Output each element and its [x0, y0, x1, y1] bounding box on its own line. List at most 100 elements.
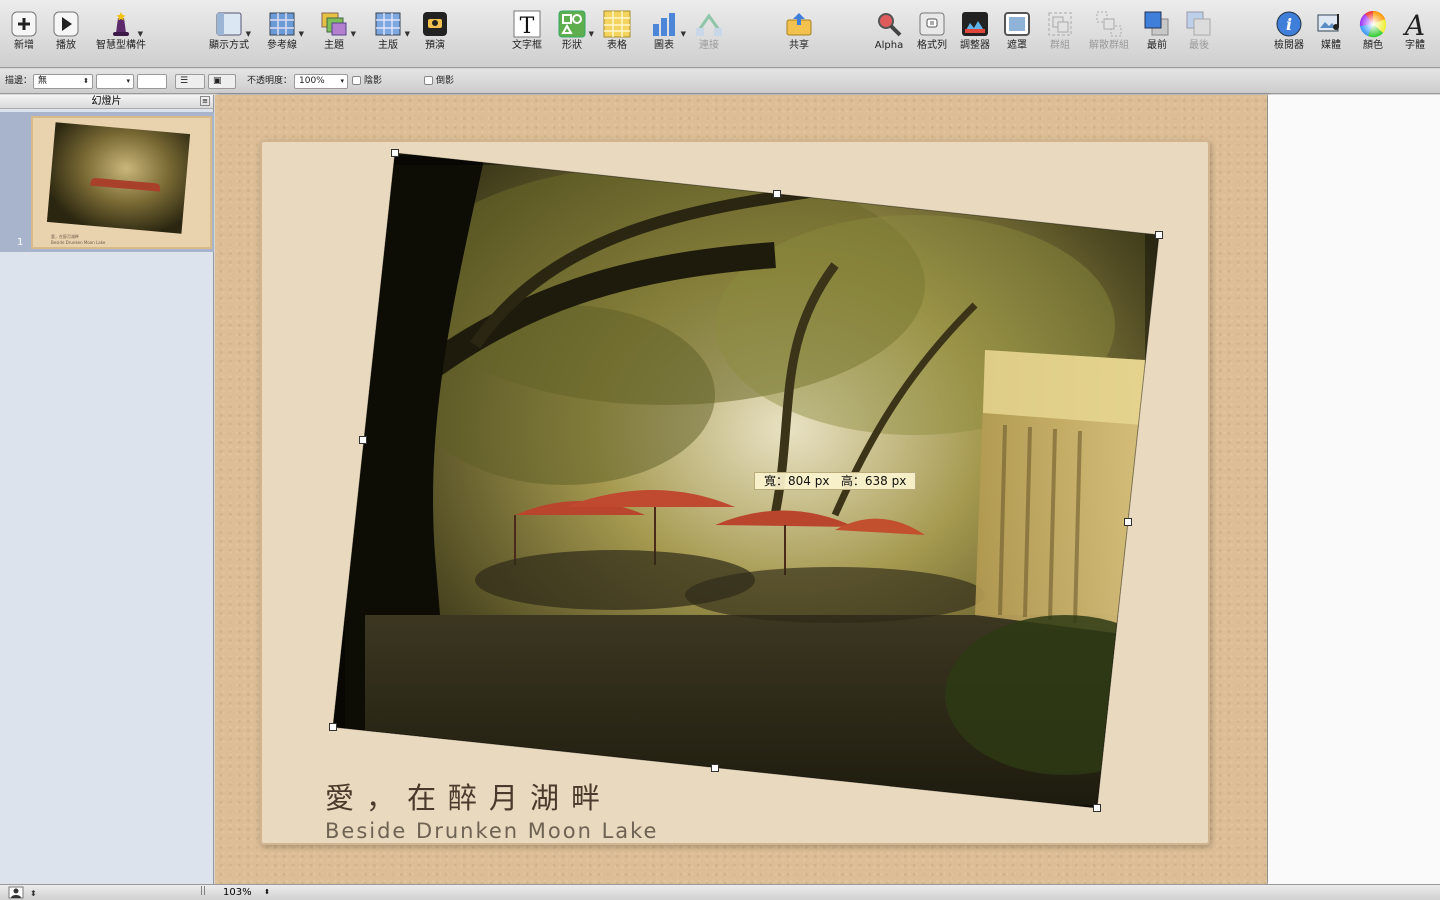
person-icon: ⬍	[8, 886, 37, 899]
chart-button[interactable]: ▼ 圖表	[645, 10, 686, 66]
bring-to-front-label: 最前	[1147, 40, 1167, 51]
preview-icon	[421, 10, 449, 38]
magnifier-alpha-icon	[875, 10, 903, 38]
alpha-button[interactable]: Alpha	[872, 10, 906, 66]
shapes-label: 形狀	[562, 40, 582, 51]
shapes-icon: ▼	[558, 10, 594, 38]
resize-handle-bottom[interactable]	[711, 764, 719, 772]
main-toolbar: 新增 播放 ▼ 智慧型構件 ▼ 顯示方式 ▼ 參考線 ▼ 主題 ▼ 主版 預演 …	[0, 0, 1440, 68]
thumbnail-caption-en: Beside Drunken Moon Lake	[51, 240, 106, 245]
ungroup-label: 解散群組	[1089, 40, 1129, 51]
zoom-select[interactable]: 103% ⬍	[217, 886, 272, 899]
inspector-button[interactable]: i 檢閱器	[1270, 10, 1308, 66]
format-bar-icon	[918, 10, 946, 38]
bring-to-front-button[interactable]: 最前	[1140, 10, 1174, 66]
format-bar: 描邊： 無 ⬍ ▾ ☰ ▣ 不透明度： 100% ▾ 陰影 倒影	[0, 69, 1440, 94]
themes-button[interactable]: ▼ 主題	[312, 10, 356, 66]
stroke-label: 描邊：	[5, 76, 33, 86]
split-handle-icon[interactable]: ||	[200, 886, 206, 896]
themes-label: 主題	[324, 40, 344, 51]
slide-navigator: 幻燈片 ≡ 1 愛，在醉月湖畔 Beside Drunken Moon Lake	[0, 95, 214, 884]
updown-arrows-icon: ⬍	[83, 77, 89, 85]
adjust-image-label: 調整器	[960, 40, 990, 51]
fonts-button[interactable]: A 字體	[1398, 9, 1432, 66]
bring-to-front-icon	[1143, 10, 1171, 38]
chart-icon: ▼	[650, 10, 686, 38]
text-box-button[interactable]: T 文字框	[508, 10, 546, 66]
resize-handle-bottom-right[interactable]	[1093, 804, 1101, 812]
group-button[interactable]: 群組	[1042, 10, 1078, 66]
alpha-label: Alpha	[874, 40, 904, 51]
grid-icon: ▼	[268, 10, 304, 38]
stroke-style-select[interactable]: 無 ⬍	[33, 74, 93, 89]
plus-icon	[10, 10, 38, 38]
line-endpoints-button[interactable]: ☰	[175, 74, 205, 89]
dimension-tooltip: 寬：804 px 高：638 px	[754, 472, 917, 490]
frame-button[interactable]: ▣	[208, 74, 236, 89]
slide-thumbnail[interactable]: 愛，在醉月湖畔 Beside Drunken Moon Lake	[31, 116, 212, 249]
shapes-button[interactable]: ▼ 形狀	[553, 10, 594, 66]
new-slide-label: 新增	[14, 40, 34, 51]
svg-text:T: T	[520, 14, 535, 38]
view-button[interactable]: ▼ 顯示方式	[206, 10, 252, 66]
line-settings-icon: ☰	[180, 76, 189, 86]
resize-handle-top[interactable]	[773, 190, 781, 198]
reflection-checkbox-box[interactable]	[424, 76, 433, 85]
selected-photo[interactable]	[315, 135, 1185, 835]
svg-text:i: i	[1286, 15, 1292, 34]
mask-icon	[1003, 10, 1031, 38]
guides-button[interactable]: ▼ 參考線	[262, 10, 304, 66]
media-label: 媒體	[1321, 40, 1341, 51]
chart-label: 圖表	[654, 40, 674, 51]
adjust-image-icon	[961, 10, 989, 38]
color-wheel-icon	[1359, 10, 1387, 38]
send-to-back-button[interactable]: 最後	[1182, 10, 1216, 66]
preview-button[interactable]: 預演	[418, 10, 452, 66]
ungroup-icon	[1095, 10, 1123, 38]
stroke-width-select[interactable]: ▾	[96, 74, 134, 89]
resize-handle-top-left[interactable]	[391, 149, 399, 157]
share-button[interactable]: 共享	[782, 10, 816, 66]
adjust-image-button[interactable]: 調整器	[957, 10, 993, 66]
format-bar-button[interactable]: 格式列	[914, 10, 950, 66]
table-icon	[603, 10, 631, 38]
format-bar-label: 格式列	[917, 40, 947, 51]
slide-caption-chinese[interactable]: 愛，在醉月湖畔	[325, 775, 612, 817]
shadow-checkbox-box[interactable]	[352, 76, 361, 85]
new-slide-button[interactable]: 新增	[8, 10, 40, 66]
ungroup-button[interactable]: 解散群組	[1085, 10, 1133, 66]
resize-handle-left[interactable]	[359, 436, 367, 444]
connect-button[interactable]: 連接	[692, 10, 726, 66]
send-to-back-label: 最後	[1189, 40, 1209, 51]
media-button[interactable]: 媒體	[1314, 10, 1348, 66]
navigator-menu-icon[interactable]: ≡	[200, 96, 210, 106]
chevron-down-icon: ▾	[340, 77, 344, 85]
masters-button[interactable]: ▼ 主版	[366, 10, 410, 66]
status-bar: ⬍ || 103% ⬍	[0, 884, 1440, 900]
smart-builds-button[interactable]: ▼ 智慧型構件	[93, 10, 149, 66]
share-label: 共享	[789, 40, 809, 51]
resize-handle-right[interactable]	[1124, 518, 1132, 526]
zoom-value: 103%	[223, 887, 252, 898]
play-button[interactable]: 播放	[50, 10, 82, 66]
slide-thumbnail-row[interactable]: 1 愛，在醉月湖畔 Beside Drunken Moon Lake	[0, 112, 214, 252]
share-icon	[785, 10, 813, 38]
colors-button[interactable]: 顏色	[1356, 10, 1390, 66]
shadow-checkbox[interactable]: 陰影	[352, 74, 382, 89]
thumbnail-umbrellas	[90, 177, 161, 192]
resize-handle-top-right[interactable]	[1155, 231, 1163, 239]
resize-handle-bottom-left[interactable]	[329, 723, 337, 731]
group-icon	[1046, 10, 1074, 38]
text-box-label: 文字框	[512, 40, 542, 51]
slide-canvas: 寬：804 px 高：638 px 愛，在醉月湖畔 Beside Drunken…	[215, 95, 1440, 884]
photo-layer	[315, 135, 1185, 835]
slide[interactable]: 寬：804 px 高：638 px 愛，在醉月湖畔 Beside Drunken…	[215, 95, 1267, 884]
mask-button[interactable]: 遮罩	[1000, 10, 1034, 66]
table-button[interactable]: 表格	[600, 10, 634, 66]
navigator-title: 幻燈片	[91, 96, 122, 107]
opacity-combo[interactable]: 100% ▾	[294, 74, 348, 89]
slide-caption-english[interactable]: Beside Drunken Moon Lake	[325, 819, 658, 843]
reflection-checkbox[interactable]: 倒影	[424, 74, 454, 89]
navigator-view-button[interactable]: ⬍	[8, 886, 38, 899]
stroke-color-well[interactable]	[137, 74, 167, 89]
